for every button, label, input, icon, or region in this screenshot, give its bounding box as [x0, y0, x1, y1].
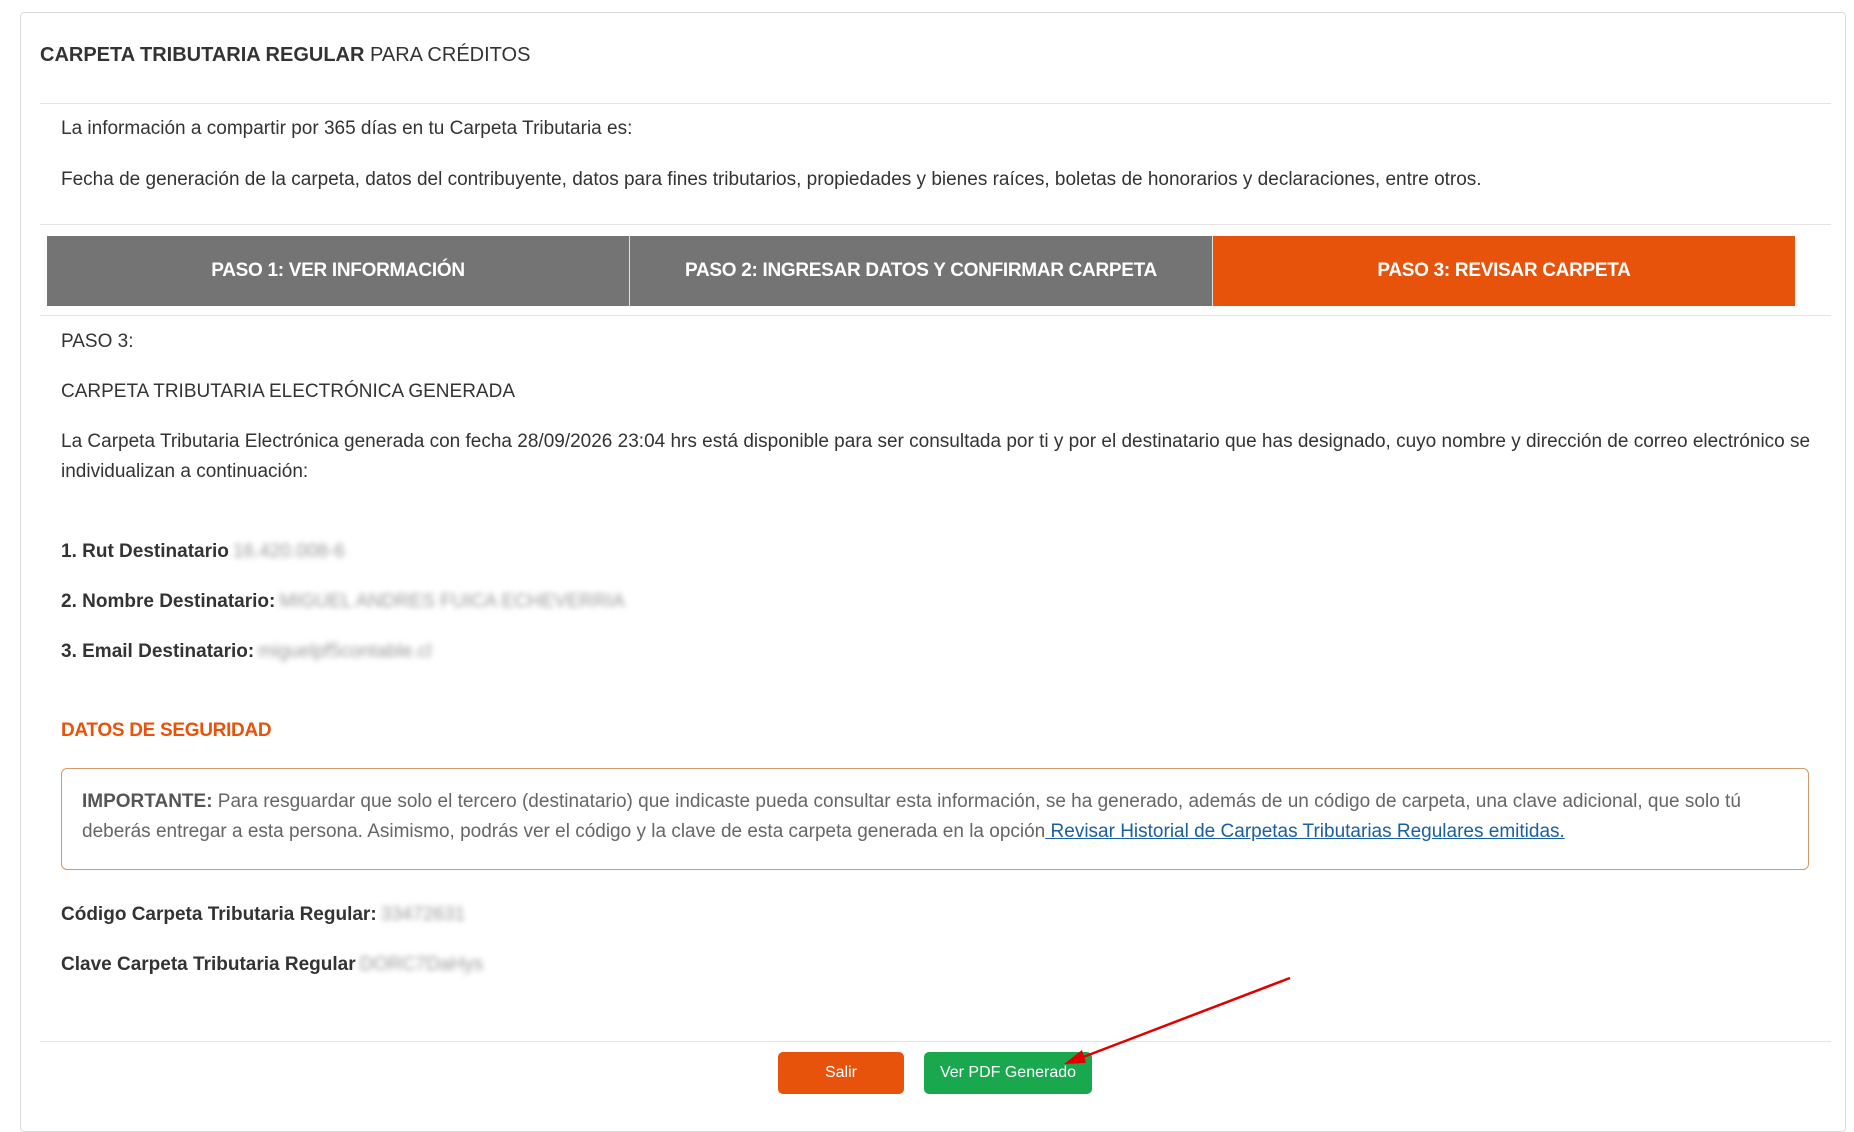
- step3-description: La Carpeta Tributaria Electrónica genera…: [61, 431, 1811, 482]
- folder-key: Clave Carpeta Tributaria Regular DORC7DaH…: [61, 950, 483, 980]
- intro-line-1: La información a compartir por 365 días …: [61, 118, 633, 139]
- code-value: 33472631: [380, 904, 466, 925]
- folder-code: Código Carpeta Tributaria Regular: 334726…: [61, 900, 465, 930]
- rut-value: 16.420.008-6: [232, 541, 345, 562]
- recipient-email: 3. Email Destinatario: miguelpf5contable.…: [61, 637, 431, 667]
- email-value: miguelpf5contable.cl: [258, 641, 432, 662]
- divider: [40, 315, 1831, 316]
- history-link[interactable]: Revisar Historial de Carpetas Tributaria…: [1045, 821, 1565, 842]
- step3-subtitle: CARPETA TRIBUTARIA ELECTRÓNICA GENERADA: [61, 381, 515, 402]
- code-label: Código Carpeta Tributaria Regular:: [61, 904, 377, 925]
- view-pdf-button[interactable]: Ver PDF Generado: [924, 1052, 1092, 1094]
- security-title: DATOS DE SEGURIDAD: [61, 720, 272, 741]
- recipient-rut: 1. Rut Destinatario 16.420.008-6: [61, 537, 345, 567]
- key-label: Clave Carpeta Tributaria Regular: [61, 954, 356, 975]
- page-title-bold: CARPETA TRIBUTARIA REGULAR: [40, 44, 365, 66]
- recipient-name: 2. Nombre Destinatario: MIGUEL ANDRES FUI…: [61, 587, 625, 617]
- page-title-rest: PARA CRÉDITOS: [364, 44, 531, 66]
- name-value: MIGUEL ANDRES FUICA ECHEVERRIA: [279, 591, 625, 612]
- important-alert: IMPORTANTE: Para resguardar que solo el …: [61, 768, 1809, 870]
- step3-label: PASO 3:: [61, 331, 134, 352]
- key-value: DORC7DaHys: [359, 954, 484, 975]
- page-title: CARPETA TRIBUTARIA REGULAR PARA CRÉDITOS: [40, 44, 530, 67]
- email-label: 3. Email Destinatario:: [61, 641, 255, 662]
- exit-button[interactable]: Salir: [778, 1052, 904, 1094]
- tab-step-3[interactable]: PASO 3: REVISAR CARPETA: [1213, 236, 1795, 306]
- tab-step-2[interactable]: PASO 2: INGRESAR DATOS Y CONFIRMAR CARPE…: [630, 236, 1213, 306]
- divider: [40, 103, 1831, 104]
- tab-step-1[interactable]: PASO 1: VER INFORMACIÓN: [47, 236, 630, 306]
- intro-line-2: Fecha de generación de la carpeta, datos…: [61, 169, 1482, 190]
- name-label: 2. Nombre Destinatario:: [61, 591, 276, 612]
- rut-label: 1. Rut Destinatario: [61, 541, 229, 562]
- important-label: IMPORTANTE:: [82, 791, 213, 812]
- divider: [40, 1041, 1831, 1042]
- step-tabs: PASO 1: VER INFORMACIÓN PASO 2: INGRESAR…: [47, 236, 1795, 306]
- divider: [40, 224, 1831, 225]
